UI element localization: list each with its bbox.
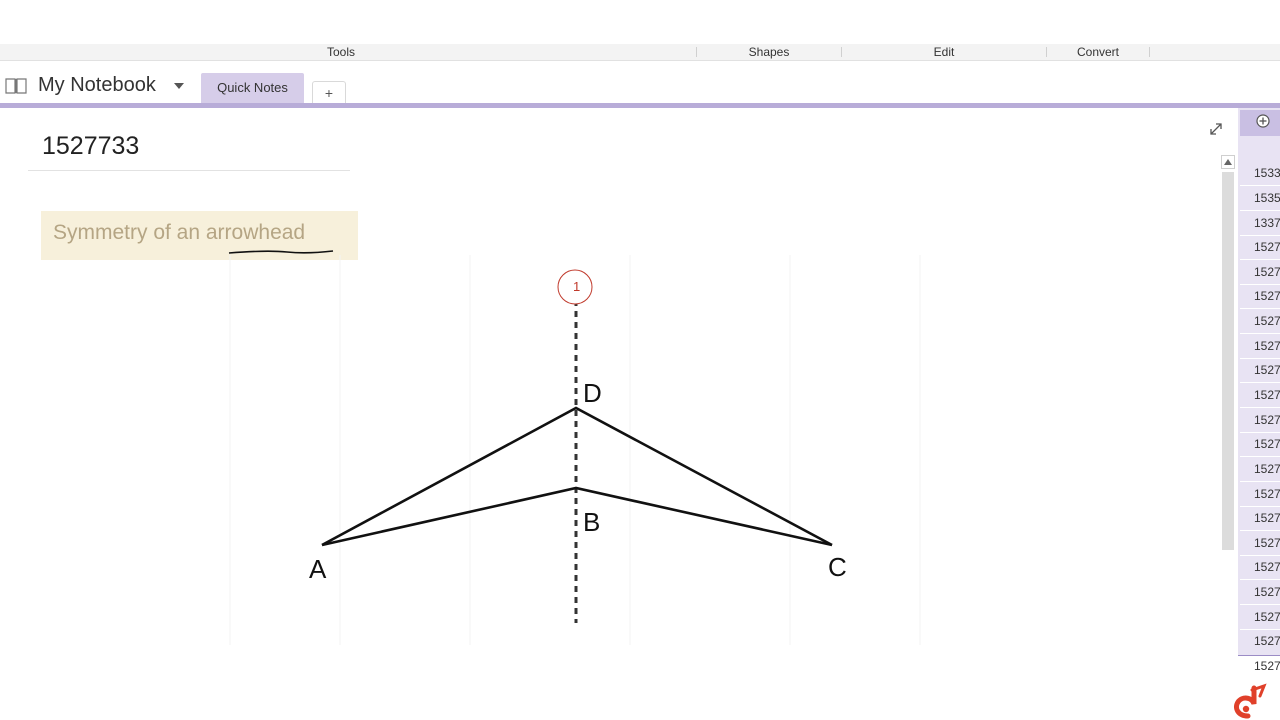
page-list-item[interactable]: 1527 bbox=[1254, 483, 1280, 505]
page-list-item[interactable]: 1527 bbox=[1254, 630, 1280, 652]
page-list-item[interactable]: 1527 bbox=[1254, 606, 1280, 628]
ribbon-group-convert[interactable]: Convert bbox=[1047, 44, 1149, 60]
ribbon bbox=[0, 0, 1280, 44]
notebook-bar: My Notebook Quick Notes + bbox=[0, 61, 1280, 104]
page-list-item[interactable]: 1527 bbox=[1254, 236, 1280, 258]
ribbon-group-shapes[interactable]: Shapes bbox=[697, 44, 841, 60]
arrowhead-figure: 1 D B A C bbox=[229, 255, 921, 645]
ribbon-group-edit[interactable]: Edit bbox=[842, 44, 1046, 60]
page-list-item[interactable]: 1527 bbox=[1254, 310, 1280, 332]
page-list-item[interactable]: 1527 bbox=[1254, 655, 1280, 677]
page-list-item[interactable]: 1527 bbox=[1254, 261, 1280, 283]
tab-quick-notes[interactable]: Quick Notes bbox=[201, 73, 304, 103]
vertex-label-d: D bbox=[583, 378, 602, 408]
list-separator bbox=[1240, 604, 1280, 605]
vertex-label-a: A bbox=[309, 554, 327, 584]
page-title[interactable]: 1527733 bbox=[42, 132, 139, 161]
page-list-item[interactable]: 1527 bbox=[1254, 507, 1280, 529]
ribbon-separator bbox=[1149, 47, 1150, 57]
list-separator bbox=[1240, 530, 1280, 531]
list-separator bbox=[1240, 259, 1280, 260]
scroll-up-icon[interactable] bbox=[1221, 155, 1235, 169]
list-separator bbox=[1240, 210, 1280, 211]
page-list-item[interactable]: 1533 bbox=[1254, 162, 1280, 184]
note-text: Symmetry of an arrowhead bbox=[53, 221, 306, 244]
vertex-label-b: B bbox=[583, 507, 600, 537]
brand-logo-icon bbox=[1233, 683, 1267, 719]
notebook-icon[interactable] bbox=[4, 77, 28, 95]
list-separator bbox=[1240, 481, 1280, 482]
list-separator bbox=[1240, 407, 1280, 408]
note-highlight-box[interactable]: Symmetry of an arrowhead bbox=[41, 211, 358, 260]
add-section-button[interactable]: + bbox=[312, 81, 346, 104]
page-list-item[interactable]: 1527 bbox=[1254, 532, 1280, 554]
page-list-item[interactable]: 1527 bbox=[1254, 384, 1280, 406]
page-list-item[interactable]: 1535 bbox=[1254, 187, 1280, 209]
list-separator bbox=[1240, 185, 1280, 186]
page-list-item[interactable]: 1527 bbox=[1254, 556, 1280, 578]
list-separator bbox=[1240, 333, 1280, 334]
page-list-item[interactable]: 1527 bbox=[1254, 458, 1280, 480]
list-separator bbox=[1240, 579, 1280, 580]
notebook-name[interactable]: My Notebook bbox=[38, 74, 156, 97]
page-list-item[interactable]: 1527 bbox=[1254, 433, 1280, 455]
expand-icon[interactable] bbox=[1208, 121, 1224, 137]
vertex-label-c: C bbox=[828, 552, 847, 582]
title-divider bbox=[28, 170, 350, 171]
scrollbar-thumb[interactable] bbox=[1222, 172, 1234, 550]
list-separator bbox=[1240, 456, 1280, 457]
ribbon-group-bar: Tools Shapes Edit Convert bbox=[0, 44, 1280, 61]
page-list-item[interactable]: 1527 bbox=[1254, 359, 1280, 381]
chevron-down-icon[interactable] bbox=[174, 83, 184, 89]
page-list-item[interactable]: 1337 bbox=[1254, 212, 1280, 234]
page-list-item[interactable]: 1527 bbox=[1254, 335, 1280, 357]
add-page-icon[interactable] bbox=[1256, 114, 1270, 128]
section-accent-line bbox=[0, 103, 1280, 108]
marker-label: 1 bbox=[573, 279, 580, 294]
page-list-item[interactable]: 1527 bbox=[1254, 581, 1280, 603]
list-separator bbox=[1240, 308, 1280, 309]
page-list-item[interactable]: 1527 bbox=[1254, 409, 1280, 431]
list-separator bbox=[1240, 382, 1280, 383]
page-list-item[interactable]: 1527 bbox=[1254, 285, 1280, 307]
ribbon-group-tools[interactable]: Tools bbox=[0, 44, 682, 60]
